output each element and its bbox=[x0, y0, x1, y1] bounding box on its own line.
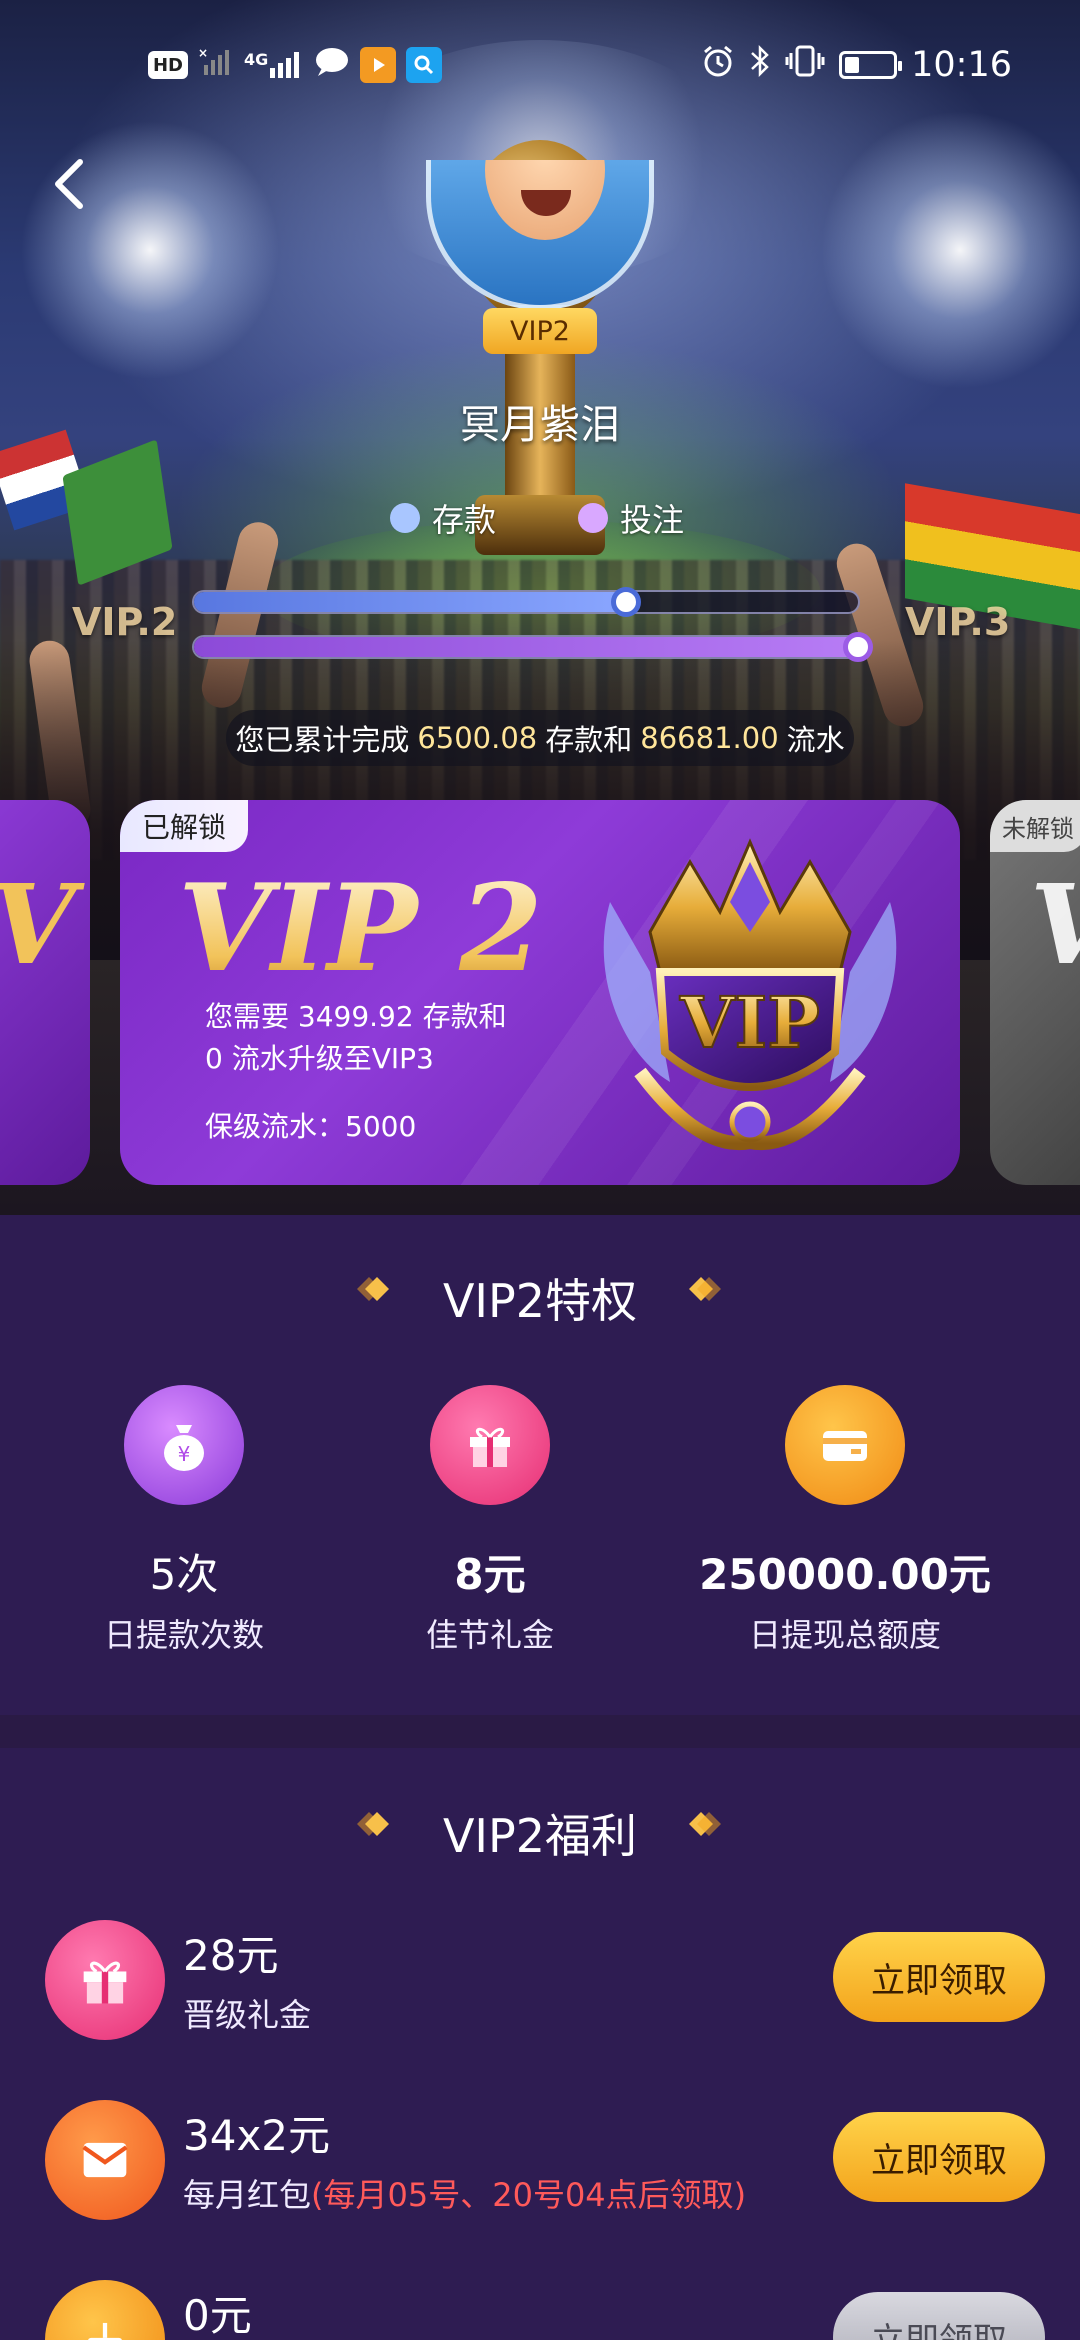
privilege-label: 佳节礼金 bbox=[425, 1616, 554, 1654]
clock: 10:16 bbox=[911, 45, 1012, 85]
video-app-icon bbox=[360, 47, 397, 83]
privilege-withdraw-count: ¥ 5次 日提款次数 bbox=[24, 1385, 344, 1656]
next-card-title: V bbox=[1030, 860, 1080, 989]
username: 冥月紫泪 bbox=[460, 402, 620, 448]
vip-card-next[interactable]: 未解锁 V bbox=[990, 800, 1080, 1185]
gift-icon bbox=[45, 1920, 165, 2040]
svg-text:×: × bbox=[198, 47, 208, 60]
deposit-progress-knob bbox=[610, 587, 641, 617]
summary-suffix: 流水 bbox=[786, 723, 845, 757]
claim-monthly-red-packet-button[interactable]: 立即领取 bbox=[833, 2112, 1045, 2202]
benefit-amount: 0元 bbox=[183, 2291, 252, 2340]
privilege-value: 250000.00元 bbox=[699, 1550, 991, 1599]
diamond-right-icon bbox=[689, 1277, 721, 1301]
benefit-amount: 28元 bbox=[183, 1931, 279, 1980]
svg-text:VIP: VIP bbox=[679, 981, 820, 1064]
svg-text:¥: ¥ bbox=[178, 1442, 191, 1466]
claim-third-benefit-button[interactable]: 立即领取 bbox=[833, 2292, 1045, 2340]
battery-icon bbox=[839, 51, 903, 79]
vip-level-badge: VIP2 bbox=[483, 308, 597, 354]
benefits-section: VIP2福利 28元 晋级礼金 立即领取 34x2元 每月红包(每月05号、20… bbox=[0, 1748, 1080, 2340]
vip-crown-emblem-icon: VIP bbox=[603, 838, 897, 1151]
4g-signal-icon: 4G bbox=[244, 50, 304, 80]
privilege-daily-withdraw-limit: 250000.00元 日提现总额度 bbox=[685, 1385, 1005, 1656]
hd-icon: HD bbox=[148, 51, 188, 79]
deposit-progress-bar bbox=[192, 587, 860, 617]
privilege-value: 8元 bbox=[454, 1550, 526, 1599]
privilege-holiday-bonus: 8元 佳节礼金 bbox=[330, 1385, 650, 1656]
progress-summary: 您已累计完成 6500.08 存款和 86681.00 流水 bbox=[226, 710, 854, 766]
benefit-third: 0元 立即领取 bbox=[45, 2280, 1045, 2340]
deposit-total: 6500.08 bbox=[417, 721, 538, 755]
privilege-value: 5次 bbox=[149, 1550, 219, 1599]
privilege-label: 日提款次数 bbox=[103, 1616, 264, 1654]
benefit-description: 晋级礼金 bbox=[183, 1990, 311, 2036]
benefit-description: 每月红包(每月05号、20号04点后领取) bbox=[183, 2170, 746, 2216]
card-retention-line: 保级流水：5000 bbox=[205, 1110, 417, 1143]
legend-bet: 投注 bbox=[578, 495, 684, 541]
vibrate-icon bbox=[785, 44, 825, 87]
benefit-amount: 34x2元 bbox=[183, 2111, 331, 2160]
privileges-section: VIP2特权 ¥ 5次 日提款次数 8元 佳节礼金 250000.00元 日提现… bbox=[0, 1215, 1080, 1715]
deposit-dot-icon bbox=[390, 503, 420, 533]
privileges-title: VIP2特权 bbox=[442, 1274, 638, 1328]
benefit-upgrade-bonus: 28元 晋级礼金 立即领取 bbox=[45, 1920, 1045, 2050]
search-app-icon bbox=[406, 47, 443, 83]
legend-deposit: 存款 bbox=[390, 495, 496, 541]
locked-tag: 未解锁 bbox=[990, 800, 1080, 852]
benefit-monthly-red-packet: 34x2元 每月红包(每月05号、20号04点后领取) 立即领取 bbox=[45, 2100, 1045, 2230]
vip-card-previous[interactable]: V bbox=[0, 800, 90, 1185]
legend-deposit-label: 存款 bbox=[432, 501, 497, 539]
bet-progress-knob bbox=[843, 632, 873, 662]
next-level-label: VIP.3 bbox=[905, 600, 1011, 644]
legend-bet-label: 投注 bbox=[620, 501, 685, 539]
summary-mid: 存款和 bbox=[545, 723, 633, 757]
summary-prefix: 您已累计完成 bbox=[235, 723, 410, 757]
benefit-label: 每月红包 bbox=[183, 2176, 312, 2214]
claim-upgrade-bonus-button[interactable]: 立即领取 bbox=[833, 1932, 1045, 2022]
card-icon bbox=[785, 1385, 905, 1505]
bet-dot-icon bbox=[578, 503, 608, 533]
benefits-title: VIP2福利 bbox=[442, 1809, 638, 1863]
turnover-total: 86681.00 bbox=[640, 721, 779, 755]
bluetooth-icon bbox=[749, 44, 771, 87]
no-signal-icon: × bbox=[198, 46, 234, 83]
benefit-note: (每月05号、20号04点后领取) bbox=[311, 2176, 747, 2214]
cake-icon bbox=[45, 2280, 165, 2340]
money-bag-icon: ¥ bbox=[124, 1385, 244, 1505]
benefit-label: 晋级礼金 bbox=[183, 1996, 312, 2034]
vip-card-current[interactable]: 已解锁 VIP 2 您需要 3499.92 存款和 0 流水升级至VIP3 保级… bbox=[120, 800, 960, 1185]
diamond-right-icon bbox=[689, 1812, 721, 1836]
unlocked-tag: 已解锁 bbox=[120, 800, 249, 852]
envelope-icon bbox=[45, 2100, 165, 2220]
card-vip-title: VIP 2 bbox=[178, 858, 543, 999]
vip-page: HD × 4G 10:16 VIP2 冥月紫泪 存款 投注 VIP.2 VIP.… bbox=[0, 0, 1080, 2340]
privilege-label: 日提现总额度 bbox=[748, 1616, 941, 1654]
card-upgrade-line-1: 您需要 3499.92 存款和 bbox=[205, 1000, 507, 1033]
current-level-label: VIP.2 bbox=[72, 600, 178, 644]
alarm-icon bbox=[701, 44, 735, 87]
status-bar: HD × 4G 10:16 bbox=[0, 0, 1080, 130]
bet-progress-bar bbox=[192, 632, 873, 662]
card-upgrade-line-2: 0 流水升级至VIP3 bbox=[205, 1042, 434, 1075]
gift-icon bbox=[430, 1385, 550, 1505]
chat-bubble-icon bbox=[314, 46, 350, 84]
